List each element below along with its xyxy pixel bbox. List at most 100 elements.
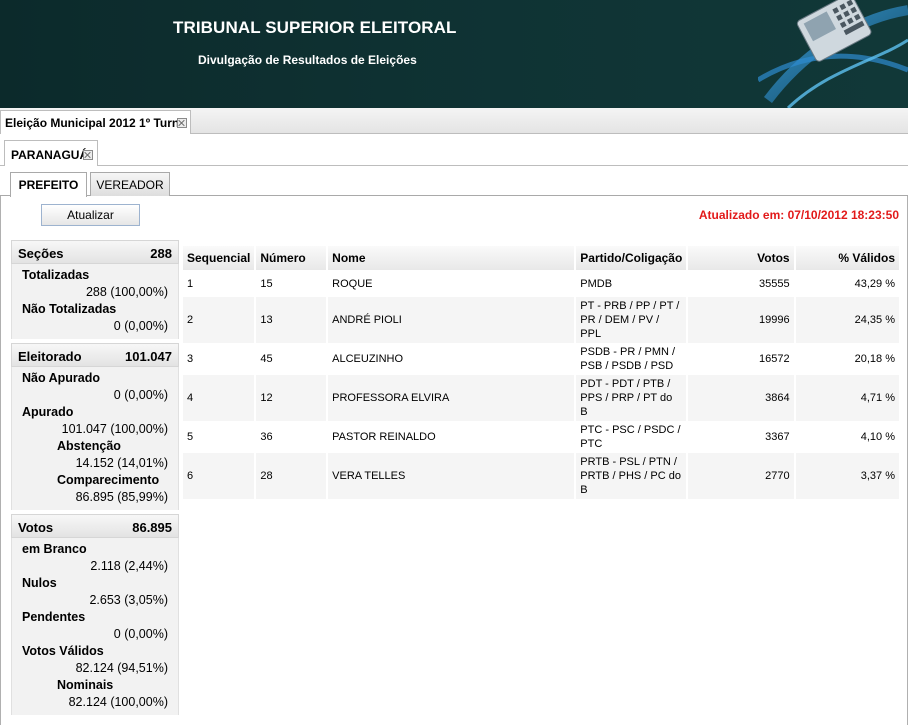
cell-pct: 4,10 % <box>794 421 902 453</box>
site-subtitle: Divulgação de Resultados de Eleições <box>198 53 417 67</box>
close-icon[interactable] <box>83 150 93 160</box>
cell-party: PTC - PSC / PSDC / PTC <box>575 421 689 453</box>
tab-municipality[interactable]: PARANAGUÁ <box>4 140 98 166</box>
em-branco-value: 2.118 (2,44%) <box>90 559 168 573</box>
cell-seq: 4 <box>183 375 257 421</box>
votos-block: em Branco 2.118 (2,44%) Nulos 2.653 (3,0… <box>11 538 179 715</box>
table-row[interactable]: 3 45 ALCEUZINHO PSDB - PR / PMN / PSB / … <box>183 343 902 375</box>
updated-timestamp: Atualizado em: 07/10/2012 18:23:50 <box>698 208 899 222</box>
votos-header: Votos 86.895 <box>11 514 179 538</box>
col-numero[interactable]: Número <box>255 246 329 270</box>
votos-value: 86.895 <box>132 520 172 535</box>
cell-num: 15 <box>255 270 329 297</box>
apurado-value: 101.047 (100,00%) <box>61 422 168 436</box>
col-votos[interactable]: Votos <box>687 246 796 270</box>
cell-pct: 3,37 % <box>794 453 902 499</box>
cell-seq: 1 <box>183 270 257 297</box>
cell-seq: 5 <box>183 421 257 453</box>
cell-party: PDT - PDT / PTB / PPS / PRP / PT do B <box>575 375 689 421</box>
table-row[interactable]: 6 28 VERA TELLES PRTB - PSL / PTN / PRTB… <box>183 453 902 499</box>
update-button[interactable]: Atualizar <box>41 204 140 226</box>
cell-votes: 3367 <box>687 421 796 453</box>
comparecimento-value: 86.895 (85,99%) <box>75 490 168 504</box>
cell-seq: 3 <box>183 343 257 375</box>
office-tabbar: PREFEITO VEREADOR <box>0 166 908 197</box>
cell-party: PSDB - PR / PMN / PSB / PSDB / PSD <box>575 343 689 375</box>
cell-seq: 6 <box>183 453 257 499</box>
secoes-block: Totalizadas 288 (100,00%) Não Totalizada… <box>11 264 179 339</box>
cell-pct: 20,18 % <box>794 343 902 375</box>
totalizadas-value: 288 (100,00%) <box>85 285 168 299</box>
em-branco-label: em Branco <box>22 542 87 556</box>
tab-municipality-label: PARANAGUÁ <box>11 148 89 162</box>
apurado-label: Apurado <box>22 405 74 419</box>
cell-name: ROQUE <box>327 270 577 297</box>
table-row[interactable]: 1 15 ROQUE PMDB 35555 43,29 % <box>183 270 902 297</box>
secoes-label: Seções <box>18 246 64 261</box>
col-sequencial[interactable]: Sequencial <box>183 246 257 270</box>
col-validos[interactable]: % Válidos <box>794 246 902 270</box>
nao-apurado-value: 0 (0,00%) <box>113 388 168 402</box>
nominais-value: 82.124 (100,00%) <box>68 695 168 709</box>
table-row[interactable]: 2 13 ANDRÉ PIOLI PT - PRB / PP / PT / PR… <box>183 297 902 343</box>
cell-votes: 35555 <box>687 270 796 297</box>
cell-party: PRTB - PSL / PTN / PRTB / PHS / PC do B <box>575 453 689 499</box>
cell-num: 45 <box>255 343 329 375</box>
secoes-header: Seções 288 <box>11 240 179 264</box>
cell-votes: 2770 <box>687 453 796 499</box>
col-partido[interactable]: Partido/Coligação <box>575 246 689 270</box>
close-icon[interactable] <box>177 118 187 128</box>
municipality-tabbar: PARANAGUÁ <box>0 134 908 166</box>
results-panel: Atualizar Atualizado em: 07/10/2012 18:2… <box>0 196 908 725</box>
table-header-row: Sequencial Número Nome Partido/Coligação… <box>183 246 902 270</box>
pendentes-label: Pendentes <box>22 610 86 624</box>
eleitorado-header: Eleitorado 101.047 <box>11 343 179 367</box>
votos-validos-value: 82.124 (94,51%) <box>75 661 168 675</box>
header-banner: TRIBUNAL SUPERIOR ELEITORAL Divulgação d… <box>0 0 908 108</box>
votos-validos-label: Votos Válidos <box>22 644 104 658</box>
cell-name: VERA TELLES <box>327 453 577 499</box>
nao-totalizadas-label: Não Totalizadas <box>22 302 117 316</box>
cell-num: 36 <box>255 421 329 453</box>
nao-totalizadas-value: 0 (0,00%) <box>113 319 168 333</box>
eleitorado-value: 101.047 <box>125 349 172 364</box>
cell-pct: 24,35 % <box>794 297 902 343</box>
tab-election[interactable]: Eleição Municipal 2012 1º Turno <box>0 110 191 134</box>
tab-vereador[interactable]: VEREADOR <box>90 172 170 196</box>
cell-num: 12 <box>255 375 329 421</box>
secoes-value: 288 <box>150 246 172 261</box>
comparecimento-label: Comparecimento <box>57 473 160 487</box>
table-row[interactable]: 5 36 PASTOR REINALDO PTC - PSC / PSDC / … <box>183 421 902 453</box>
tab-election-label: Eleição Municipal 2012 1º Turno <box>5 116 187 130</box>
cell-pct: 43,29 % <box>794 270 902 297</box>
abstencao-value: 14.152 (14,01%) <box>75 456 168 470</box>
nao-apurado-label: Não Apurado <box>22 371 101 385</box>
election-tabbar: Eleição Municipal 2012 1º Turno <box>0 108 908 134</box>
cell-seq: 2 <box>183 297 257 343</box>
eleitorado-block: Não Apurado 0 (0,00%) Apurado 101.047 (1… <box>11 367 179 510</box>
votos-label: Votos <box>18 520 54 535</box>
nominais-label: Nominais <box>57 678 114 692</box>
eleitorado-label: Eleitorado <box>18 349 82 364</box>
cell-num: 28 <box>255 453 329 499</box>
col-nome[interactable]: Nome <box>327 246 577 270</box>
table-row[interactable]: 4 12 PROFESSORA ELVIRA PDT - PDT / PTB /… <box>183 375 902 421</box>
nulos-value: 2.653 (3,05%) <box>89 593 168 607</box>
results-table: Sequencial Número Nome Partido/Coligação… <box>183 246 902 499</box>
cell-name: ALCEUZINHO <box>327 343 577 375</box>
cell-name: PASTOR REINALDO <box>327 421 577 453</box>
cell-votes: 19996 <box>687 297 796 343</box>
cell-name: PROFESSORA ELVIRA <box>327 375 577 421</box>
summary-sidebar: Seções 288 Totalizadas 288 (100,00%) Não… <box>11 240 179 715</box>
abstencao-label: Abstenção <box>57 439 121 453</box>
results-table-container: Sequencial Número Nome Partido/Coligação… <box>183 246 902 499</box>
totalizadas-label: Totalizadas <box>22 268 90 282</box>
cell-num: 13 <box>255 297 329 343</box>
voting-machine-logo-icon <box>758 0 908 108</box>
cell-pct: 4,71 % <box>794 375 902 421</box>
cell-name: ANDRÉ PIOLI <box>327 297 577 343</box>
cell-votes: 3864 <box>687 375 796 421</box>
cell-party: PT - PRB / PP / PT / PR / DEM / PV / PPL <box>575 297 689 343</box>
cell-party: PMDB <box>575 270 689 297</box>
tab-prefeito[interactable]: PREFEITO <box>10 172 87 197</box>
